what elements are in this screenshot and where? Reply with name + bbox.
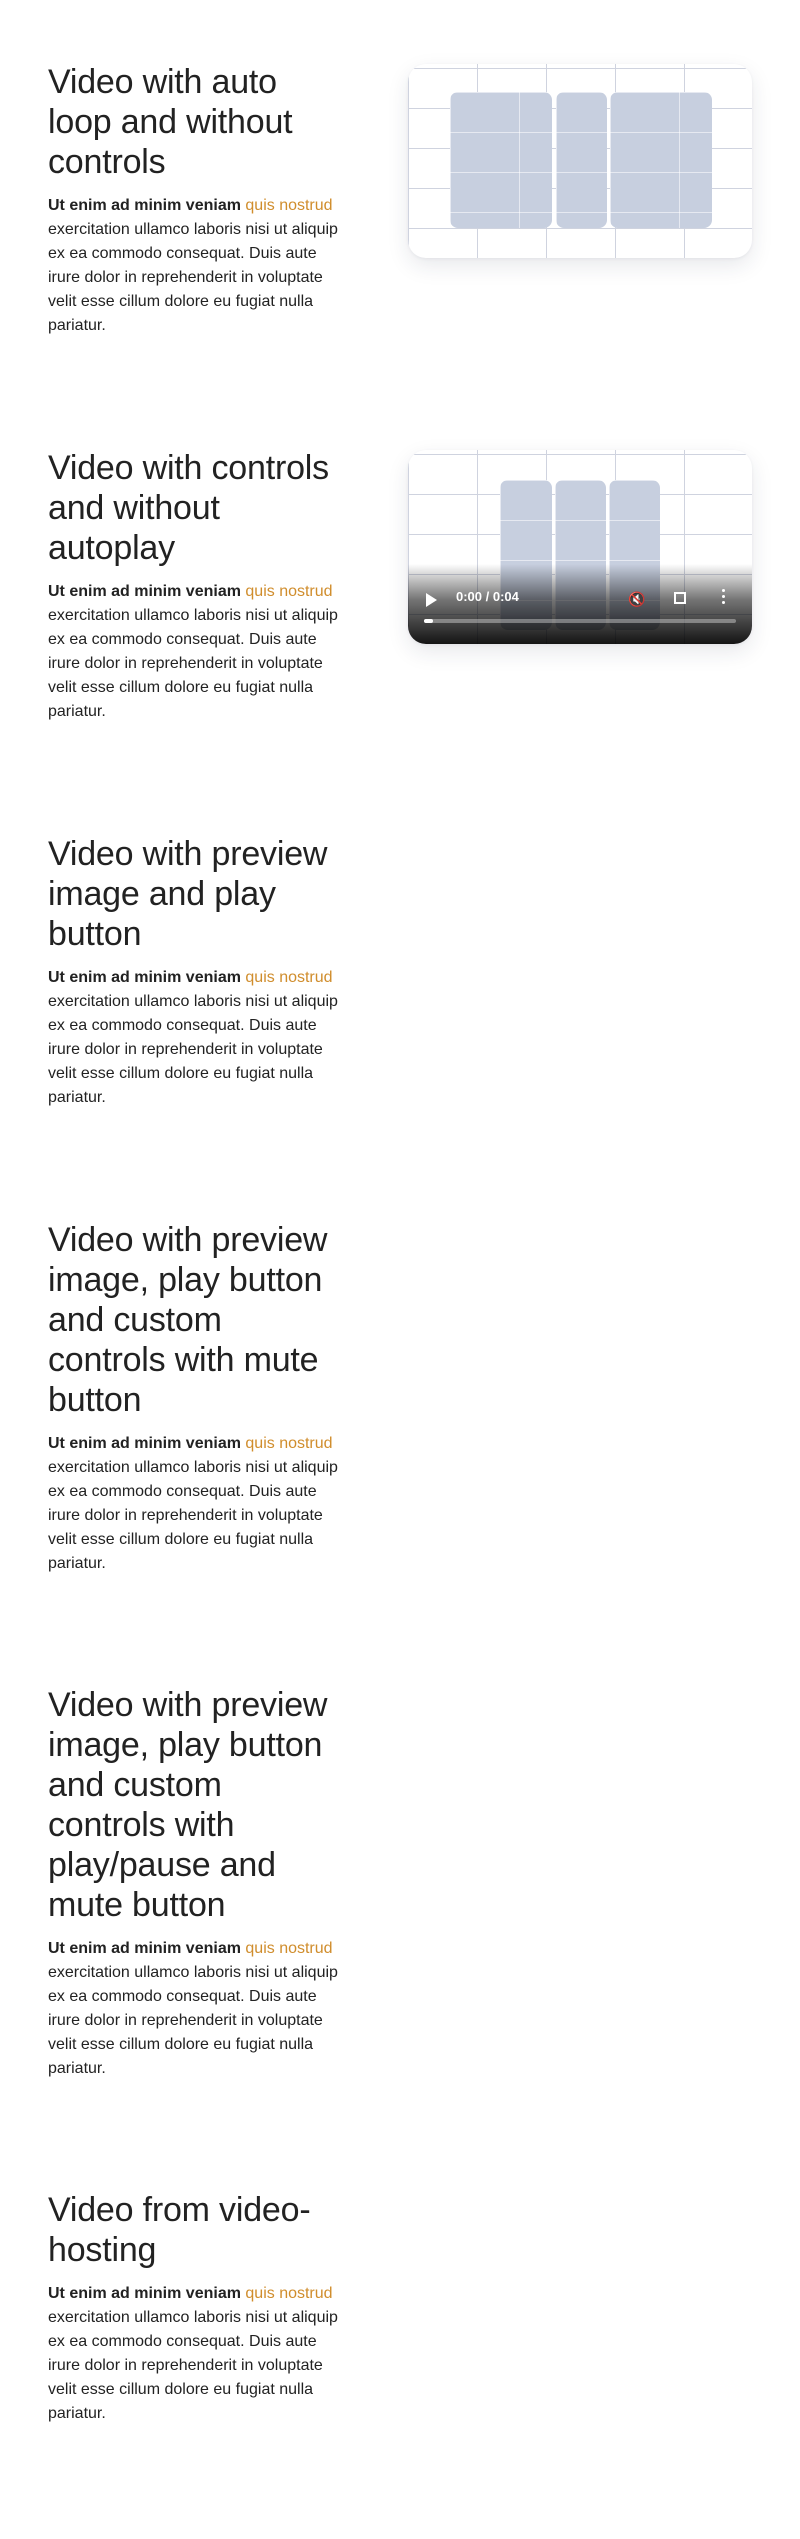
description-link[interactable]: quis nostrud <box>245 2285 332 2302</box>
description-body: exercitation ullamco laboris nisi ut ali… <box>48 1459 338 1572</box>
section-description: Ut enim ad minim veniam quis nostrud exe… <box>48 2282 348 2426</box>
video-tile <box>610 92 712 228</box>
description-link[interactable]: quis nostrud <box>245 583 332 600</box>
description-lead: Ut enim ad minim veniam <box>48 197 241 214</box>
description-lead: Ut enim ad minim veniam <box>48 1435 241 1452</box>
more-options-icon[interactable] <box>722 589 726 607</box>
section-description: Ut enim ad minim veniam quis nostrud exe… <box>48 1937 348 2081</box>
section-text: Video with controls and without autoplay… <box>48 448 348 724</box>
description-body: exercitation ullamco laboris nisi ut ali… <box>48 2309 338 2422</box>
video-tile <box>450 92 552 228</box>
video-progress-fill <box>424 619 434 623</box>
description-body: exercitation ullamco laboris nisi ut ali… <box>48 221 338 334</box>
section-text: Video with preview image, play button an… <box>48 1220 348 1576</box>
fullscreen-icon[interactable] <box>674 592 686 604</box>
description-body: exercitation ullamco laboris nisi ut ali… <box>48 993 338 1106</box>
video-controls-bar: 0:00 / 0:04 🔇 <box>408 564 752 644</box>
section-title: Video with preview image, play button an… <box>48 1221 328 1419</box>
controls-video-player[interactable]: 0:00 / 0:04 🔇 <box>408 450 752 644</box>
video-time: 0:00 / 0:04 <box>456 589 519 604</box>
section-title: Video with preview image, play button an… <box>48 1686 328 1924</box>
section-text: Video with preview image and play button… <box>48 834 348 1110</box>
section-description: Ut enim ad minim veniam quis nostrud exe… <box>48 194 348 338</box>
description-lead: Ut enim ad minim veniam <box>48 969 241 986</box>
description-link[interactable]: quis nostrud <box>245 1435 332 1452</box>
section-title: Video with auto loop and without control… <box>48 63 293 181</box>
section-title: Video with controls and without autoplay <box>48 449 329 567</box>
description-body: exercitation ullamco laboris nisi ut ali… <box>48 607 338 720</box>
section-title: Video with preview image and play button <box>48 835 328 953</box>
section-title: Video from video-hosting <box>48 2191 311 2269</box>
description-lead: Ut enim ad minim veniam <box>48 2285 241 2302</box>
video-progress-bar[interactable] <box>424 619 736 623</box>
section-text: Video with preview image, play button an… <box>48 1685 348 2081</box>
section-description: Ut enim ad minim veniam quis nostrud exe… <box>48 966 348 1110</box>
description-lead: Ut enim ad minim veniam <box>48 583 241 600</box>
section-description: Ut enim ad minim veniam quis nostrud exe… <box>48 1432 348 1576</box>
description-link[interactable]: quis nostrud <box>245 197 332 214</box>
description-link[interactable]: quis nostrud <box>245 969 332 986</box>
volume-icon[interactable]: 🔇 <box>628 591 646 607</box>
video-tile <box>556 92 607 228</box>
description-body: exercitation ullamco laboris nisi ut ali… <box>48 1964 338 2077</box>
section-text: Video with auto loop and without control… <box>48 62 348 338</box>
description-link[interactable]: quis nostrud <box>245 1940 332 1957</box>
section-description: Ut enim ad minim veniam quis nostrud exe… <box>48 580 348 724</box>
autoloop-video <box>408 64 752 258</box>
section-text: Video from video-hosting Ut enim ad mini… <box>48 2190 348 2426</box>
play-icon[interactable] <box>426 593 437 607</box>
description-lead: Ut enim ad minim veniam <box>48 1940 241 1957</box>
